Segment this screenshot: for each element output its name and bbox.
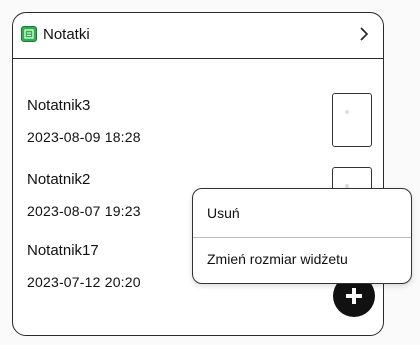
plus-icon-vertical — [352, 288, 356, 304]
widget-title: Notatki — [43, 26, 90, 43]
delete-menu-item[interactable]: Usuń — [207, 204, 240, 222]
note-date: 2023-08-07 19:23 — [27, 203, 141, 219]
note-name: Notatnik2 — [27, 171, 91, 188]
notes-widget[interactable]: Notatki Notatnik3 2023-08-09 18:28 Notat… — [12, 12, 384, 336]
chevron-right-icon[interactable] — [357, 23, 371, 45]
note-date: 2023-08-09 18:28 — [27, 129, 141, 145]
note-item[interactable]: Notatnik2 2023-08-07 19:23 — [27, 171, 141, 220]
resize-widget-menu-item[interactable]: Zmień rozmiar widżetu — [207, 250, 348, 268]
screen: Notatki Notatnik3 2023-08-09 18:28 Notat… — [0, 0, 420, 345]
note-item[interactable]: Notatnik3 2023-08-09 18:28 — [27, 97, 141, 146]
menu-divider — [193, 237, 411, 238]
note-name: Notatnik3 — [27, 97, 91, 114]
note-thumbnail[interactable] — [332, 93, 372, 147]
context-menu: Usuń Zmień rozmiar widżetu — [192, 188, 412, 284]
thumbnail-mark — [345, 110, 349, 114]
note-item[interactable]: Notatnik17 2023-07-12 20:20 — [27, 242, 141, 291]
note-name: Notatnik17 — [27, 242, 99, 259]
notes-app-icon — [21, 26, 37, 42]
note-date: 2023-07-12 20:20 — [27, 274, 141, 290]
widget-header[interactable]: Notatki — [13, 13, 383, 59]
